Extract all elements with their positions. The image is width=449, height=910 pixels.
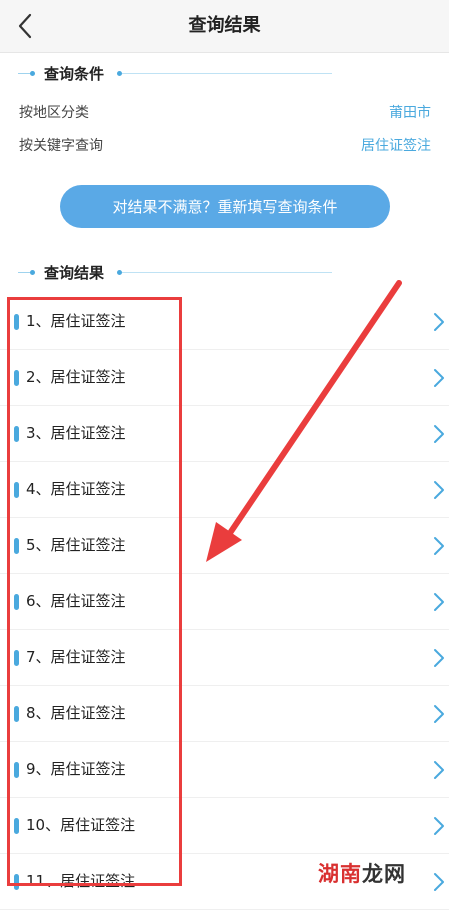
item-label: 1、居住证签注 xyxy=(26,312,126,330)
item-marker xyxy=(14,426,19,442)
item-label: 10、居住证签注 xyxy=(26,816,136,834)
list-item[interactable]: 7、居住证签注 xyxy=(0,630,449,686)
results-list: 1、居住证签注 2、居住证签注 3、居住证签注 4、居住证签注 5、居住证签注 … xyxy=(0,294,449,910)
list-item[interactable]: 1、居住证签注 xyxy=(0,294,449,350)
list-item[interactable]: 5、居住证签注 xyxy=(0,518,449,574)
watermark-logo: 湖南龙网 xyxy=(318,858,406,888)
condition-label: 按关键字查询 xyxy=(19,138,103,154)
item-label: 2、居住证签注 xyxy=(26,368,126,386)
section-line-left xyxy=(18,272,30,273)
item-label: 8、居住证签注 xyxy=(26,704,126,722)
page-title: 查询结果 xyxy=(188,15,261,36)
item-marker xyxy=(14,314,19,330)
item-marker xyxy=(14,538,19,554)
item-label: 3、居住证签注 xyxy=(26,424,126,442)
section-line-left xyxy=(18,73,30,74)
chevron-right-icon xyxy=(434,873,444,891)
item-marker xyxy=(14,762,19,778)
item-marker xyxy=(14,818,19,834)
condition-row-region: 按地区分类 莆田市 xyxy=(19,102,431,124)
item-marker xyxy=(14,482,19,498)
chevron-right-icon xyxy=(434,537,444,555)
item-label: 11、居住证签注 xyxy=(26,872,136,890)
results-section-title: 查询结果 xyxy=(44,264,105,282)
chevron-right-icon xyxy=(434,817,444,835)
section-dot xyxy=(30,71,35,76)
list-item[interactable]: 10、居住证签注 xyxy=(0,798,449,854)
list-item[interactable]: 6、居住证签注 xyxy=(0,574,449,630)
chevron-right-icon xyxy=(434,761,444,779)
watermark-part-dark: 龙网 xyxy=(362,862,406,886)
item-marker xyxy=(14,706,19,722)
list-item[interactable]: 4、居住证签注 xyxy=(0,462,449,518)
item-label: 4、居住证签注 xyxy=(26,480,126,498)
results-section-header: 查询结果 xyxy=(0,261,449,285)
chevron-right-icon xyxy=(434,649,444,667)
chevron-right-icon xyxy=(434,481,444,499)
list-item[interactable]: 9、居住证签注 xyxy=(0,742,449,798)
item-label: 6、居住证签注 xyxy=(26,592,126,610)
item-marker xyxy=(14,874,19,890)
condition-value: 居住证签注 xyxy=(361,138,431,154)
condition-label: 按地区分类 xyxy=(19,105,89,121)
section-line-right xyxy=(122,73,332,74)
item-marker xyxy=(14,370,19,386)
chevron-right-icon xyxy=(434,313,444,331)
item-label: 5、居住证签注 xyxy=(26,536,126,554)
item-label: 7、居住证签注 xyxy=(26,648,126,666)
section-dot xyxy=(30,270,35,275)
refill-conditions-button[interactable]: 对结果不满意？重新填写查询条件 xyxy=(60,185,390,228)
item-marker xyxy=(14,650,19,666)
watermark-part-red: 湖南 xyxy=(318,862,362,886)
section-line-right xyxy=(122,272,332,273)
item-marker xyxy=(14,594,19,610)
conditions-section-header: 查询条件 xyxy=(0,62,449,86)
chevron-right-icon xyxy=(434,705,444,723)
chevron-right-icon xyxy=(434,425,444,443)
item-label: 9、居住证签注 xyxy=(26,760,126,778)
list-item[interactable]: 3、居住证签注 xyxy=(0,406,449,462)
conditions-section-title: 查询条件 xyxy=(44,65,105,83)
chevron-right-icon xyxy=(434,369,444,387)
list-item[interactable]: 8、居住证签注 xyxy=(0,686,449,742)
list-item[interactable]: 2、居住证签注 xyxy=(0,350,449,406)
chevron-right-icon xyxy=(434,593,444,611)
condition-value: 莆田市 xyxy=(389,105,431,121)
nav-bar: 查询结果 xyxy=(0,0,449,53)
condition-row-keyword: 按关键字查询 居住证签注 xyxy=(19,135,431,157)
